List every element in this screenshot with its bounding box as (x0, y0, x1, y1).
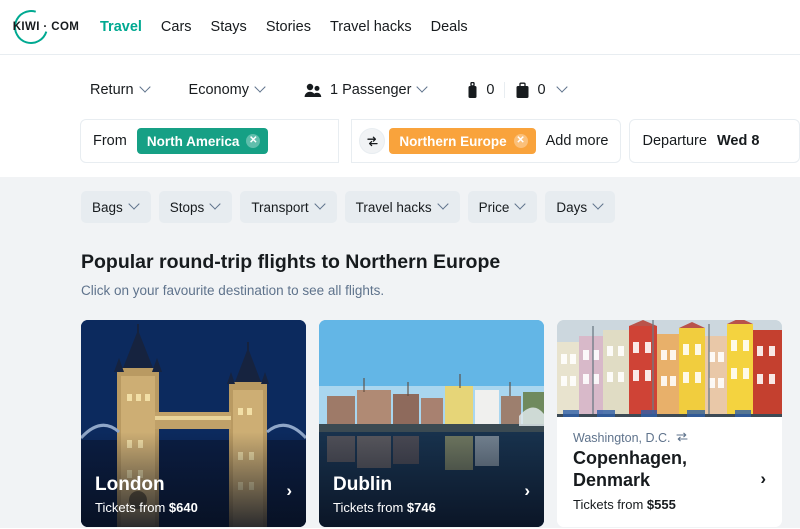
filter-chip-price-label: Price (478, 199, 510, 215)
bags-selector[interactable]: 0 0 (466, 81, 568, 99)
filter-chip-travel-hacks[interactable]: Travel hacks (344, 191, 460, 223)
cabin-bag-count: 0 (537, 82, 546, 98)
origin-field[interactable]: From North America ✕ (80, 119, 339, 163)
nav-link-stories[interactable]: Stories (266, 19, 311, 35)
origin-tag-label: North America (146, 133, 240, 149)
departure-date-field[interactable]: Departure Wed 8 (629, 119, 800, 163)
origin-tag[interactable]: North America ✕ (136, 128, 269, 154)
card-body: Dublin Tickets from $746 › (333, 473, 530, 515)
filter-chip-stops-label: Stops (169, 199, 205, 215)
destination-field[interactable]: To Northern Europe ✕ Add more (351, 119, 622, 163)
logo-text: KIWI · COM (12, 21, 80, 33)
kiwi-search-page: KIWI · COM Travel Cars Stays Stories Tra… (0, 0, 800, 529)
nav-link-travel[interactable]: Travel (100, 19, 142, 35)
filter-chip-price[interactable]: Price (467, 191, 538, 223)
filter-chips: Bags Stops Transport Travel hacks Price … (0, 191, 800, 223)
nav-link-stays[interactable]: Stays (211, 19, 247, 35)
hover-price-prefix: Tickets from (573, 496, 647, 512)
chevron-down-icon (594, 200, 604, 210)
destination-tag[interactable]: Northern Europe ✕ (389, 128, 536, 154)
chevron-down-icon (130, 200, 140, 210)
nav-link-cars[interactable]: Cars (161, 19, 192, 35)
card-price-prefix: Tickets from (333, 500, 407, 515)
trip-type-selector[interactable]: Return (90, 82, 151, 98)
filter-chip-days[interactable]: Days (545, 191, 616, 223)
card-price: Tickets from $746 (333, 500, 436, 515)
remove-origin-icon[interactable]: ✕ (246, 134, 261, 148)
page-subtitle: Click on your favourite destination to s… (81, 283, 385, 298)
nav-link-travel-hacks[interactable]: Travel hacks (330, 19, 412, 35)
personal-item-count: 0 (486, 82, 495, 98)
chevron-down-icon (516, 200, 526, 210)
cabin-class-label: Economy (188, 82, 249, 98)
chevron-down-icon (558, 83, 568, 93)
departure-label: Departure (642, 133, 707, 149)
search-panel: Return Economy 1 Passenger 0 0 From Nort… (0, 55, 800, 177)
search-options-row: Return Economy 1 Passenger 0 0 (0, 75, 800, 105)
destination-tag-label: Northern Europe (399, 133, 507, 149)
personal-item-icon (466, 81, 479, 99)
card-city-label: Dublin (333, 474, 393, 496)
add-more-button[interactable]: Add more (546, 133, 609, 149)
search-fields-row: From North America ✕ To Northern Europe … (0, 119, 800, 163)
nav-link-deals[interactable]: Deals (431, 19, 468, 35)
bag-divider (504, 82, 506, 98)
filter-chip-bags[interactable]: Bags (81, 191, 151, 223)
hover-text-block: Washington, D.C. Copenhagen, Denmark Tic… (573, 431, 760, 512)
chevron-down-icon (316, 200, 326, 210)
hover-price-value: $555 (646, 496, 676, 512)
hover-price: Tickets from $555 (573, 497, 760, 512)
chevron-right-icon[interactable]: › (286, 482, 292, 515)
card-city-label: London (95, 474, 165, 496)
hover-city-label: Copenhagen, Denmark (573, 448, 688, 490)
chevron-down-icon (418, 83, 428, 93)
departure-value: Wed 8 (716, 133, 760, 149)
chevron-down-icon (256, 83, 266, 93)
passengers-selector[interactable]: 1 Passenger (304, 82, 428, 98)
copenhagen-nyhavn-photo (557, 320, 782, 430)
destination-card-london[interactable]: London Tickets from $640 › (81, 320, 306, 527)
filter-chip-days-label: Days (556, 199, 588, 215)
card-hover-panel: Washington, D.C. Copenhagen, Denmark Tic… (557, 417, 782, 527)
trip-type-label: Return (90, 82, 134, 98)
chevron-down-icon (439, 200, 449, 210)
swap-icon (366, 136, 378, 146)
page-title: Popular round-trip flights to Northern E… (81, 251, 501, 273)
top-navbar: KIWI · COM Travel Cars Stays Stories Tra… (0, 0, 800, 55)
chevron-down-icon (211, 200, 221, 210)
destination-cards: London Tickets from $640 › Dublin Ticket… (0, 320, 800, 527)
results-section: Bags Stops Transport Travel hacks Price … (0, 177, 800, 528)
filter-chip-transport[interactable]: Transport (240, 191, 337, 223)
chevron-right-icon[interactable]: › (524, 482, 530, 515)
swap-locations-button[interactable] (359, 128, 385, 154)
card-body: London Tickets from $640 › (95, 473, 292, 515)
card-price: Tickets from $640 (95, 500, 198, 515)
filter-chip-stops[interactable]: Stops (158, 191, 233, 223)
card-price-value: $746 (406, 500, 436, 515)
card-price-value: $640 (168, 500, 198, 515)
passengers-icon (304, 83, 323, 98)
chevron-right-icon[interactable]: › (760, 469, 766, 489)
filter-chip-bags-label: Bags (92, 199, 123, 215)
hover-origin-row: Washington, D.C. (573, 431, 760, 445)
filter-chip-travel-hacks-label: Travel hacks (355, 199, 432, 215)
filter-chip-transport-label: Transport (251, 199, 309, 215)
card-price-prefix: Tickets from (95, 500, 169, 515)
remove-destination-icon[interactable]: ✕ (513, 134, 528, 148)
kiwi-logo[interactable]: KIWI · COM (8, 4, 84, 50)
cabin-class-selector[interactable]: Economy (189, 82, 266, 98)
destination-card-copenhagen[interactable]: Washington, D.C. Copenhagen, Denmark Tic… (557, 320, 782, 527)
swap-route-icon (675, 431, 688, 445)
hover-origin-label: Washington, D.C. (573, 431, 671, 445)
passengers-label: 1 Passenger (329, 82, 412, 98)
destination-card-dublin[interactable]: Dublin Tickets from $746 › (319, 320, 544, 527)
nav-links: Travel Cars Stays Stories Travel hacks D… (100, 19, 468, 35)
from-label: From (93, 133, 127, 149)
chevron-down-icon (141, 83, 151, 93)
cabin-bag-icon (515, 82, 530, 99)
